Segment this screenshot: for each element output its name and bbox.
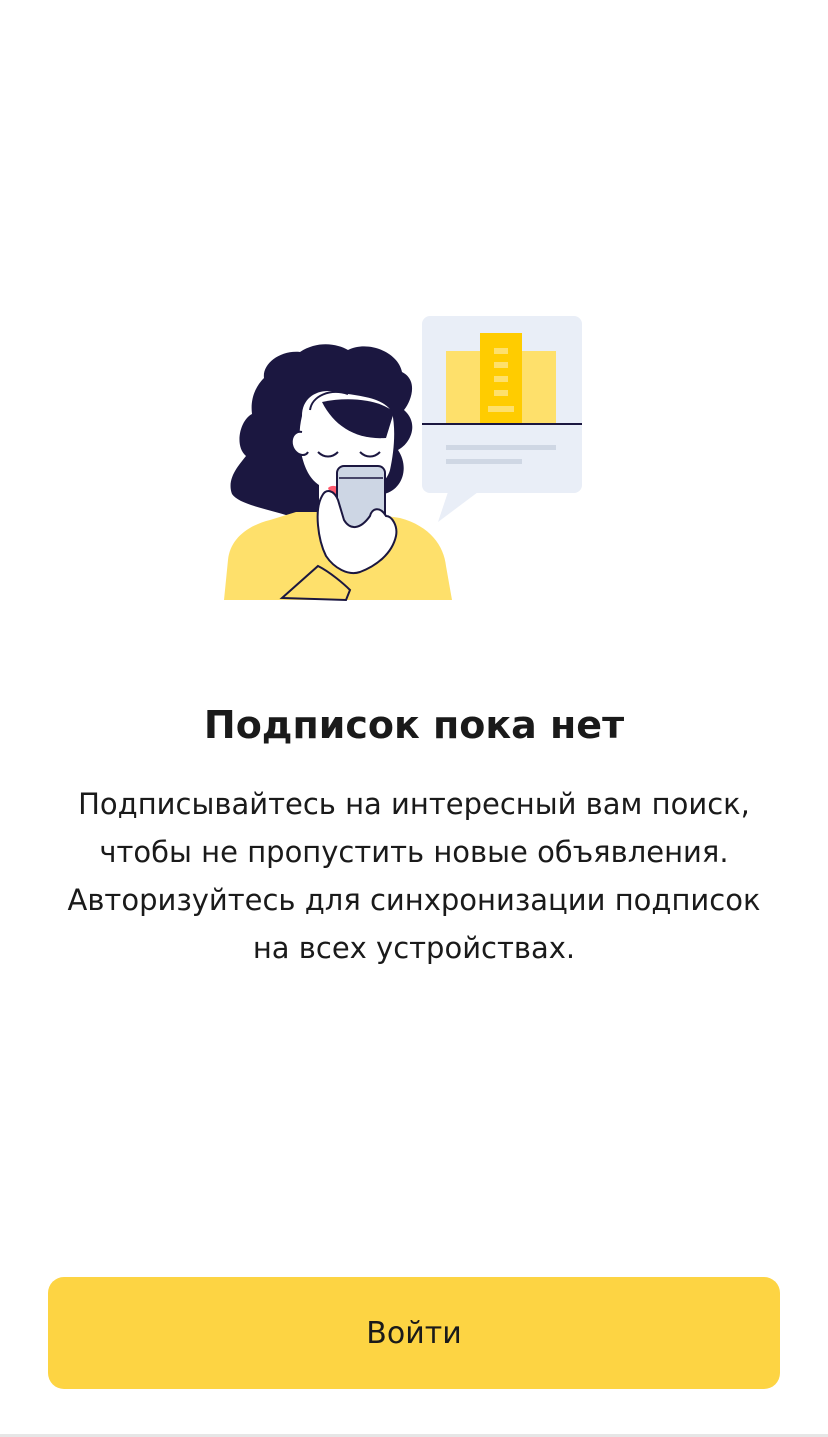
- empty-state-title: Подписок пока нет: [203, 703, 625, 747]
- woman-icon: [224, 344, 452, 602]
- description-line: чтобы не пропустить новые объявления.: [99, 835, 729, 869]
- description-line: Подписывайтесь на интересный вам поиск,: [78, 787, 750, 821]
- empty-state-description: Подписывайтесь на интересный вам поиск, …: [40, 780, 788, 972]
- login-button[interactable]: Войти: [48, 1277, 780, 1389]
- description-line: Авторизуйтесь для синхронизации подписок: [67, 883, 761, 917]
- description-line: на всех устройствах.: [252, 931, 576, 965]
- listing-card-bubble-icon: [422, 316, 582, 522]
- woman-with-phone-illustration: [224, 316, 582, 602]
